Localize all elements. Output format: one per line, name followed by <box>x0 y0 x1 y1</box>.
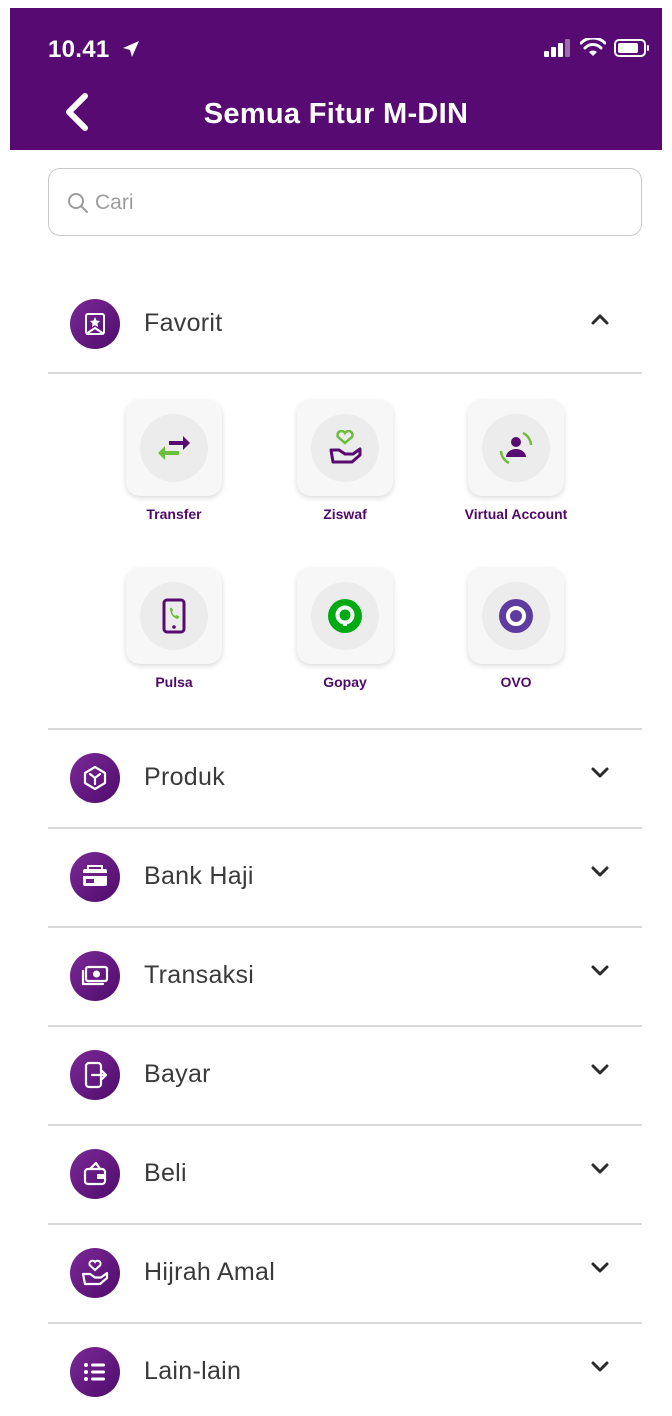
lain-lain-icon <box>70 1346 120 1397</box>
section-favorit[interactable]: Favorit <box>48 274 642 373</box>
section-produk[interactable]: Produk <box>48 728 642 827</box>
chevron-down-icon[interactable] <box>590 865 610 879</box>
battery-icon <box>614 39 649 57</box>
ziswaf-icon <box>329 430 362 464</box>
fav-item-ovo[interactable] <box>468 568 564 664</box>
chevron-down-icon[interactable] <box>590 1360 610 1374</box>
signal-icon <box>544 39 570 57</box>
pulsa-icon <box>162 598 186 634</box>
bank-haji-icon <box>70 851 120 902</box>
chevron-down-icon[interactable] <box>590 964 610 978</box>
section-label-favorit: Favorit <box>144 309 223 337</box>
fav-label-transfer: Transfer <box>146 506 202 522</box>
fav-label-ovo: OVO <box>500 674 532 690</box>
section-transaksi[interactable]: Transaksi <box>48 926 642 1025</box>
fav-item-virtual-account[interactable] <box>468 400 564 496</box>
favorit-icon <box>70 298 120 349</box>
transaksi-icon <box>70 950 120 1001</box>
search-input[interactable] <box>95 183 615 223</box>
chevron-down-icon[interactable] <box>590 1261 610 1275</box>
chevron-down-icon[interactable] <box>590 766 610 780</box>
fav-item-transfer[interactable] <box>126 400 222 496</box>
section-label-bank-haji: Bank Haji <box>144 862 254 890</box>
section-hijrah-amal[interactable]: Hijrah Amal <box>48 1223 642 1322</box>
status-bar: 10.41 <box>10 8 662 70</box>
section-beli[interactable]: Beli <box>48 1124 642 1223</box>
chevron-down-icon[interactable] <box>590 1162 610 1176</box>
fav-label-ziswaf: Ziswaf <box>323 506 367 522</box>
ovo-icon <box>499 599 533 633</box>
wifi-icon <box>580 38 606 56</box>
status-time-text: 10.41 <box>48 36 110 63</box>
status-time: 10.41 <box>48 36 141 64</box>
produk-icon <box>70 752 120 803</box>
fav-label-gopay: Gopay <box>323 674 367 690</box>
gopay-icon <box>328 599 362 633</box>
chevron-up-icon[interactable] <box>590 312 610 326</box>
fav-item-pulsa[interactable] <box>126 568 222 664</box>
chevron-down-icon[interactable] <box>590 1063 610 1077</box>
page-title: Semua Fitur M-DIN <box>203 98 469 130</box>
section-lain-lain[interactable]: Lain-lain <box>48 1322 642 1416</box>
section-bayar[interactable]: Bayar <box>48 1025 642 1124</box>
beli-icon <box>70 1148 120 1199</box>
fav-item-gopay[interactable] <box>297 568 393 664</box>
fav-label-pulsa: Pulsa <box>155 674 193 690</box>
bayar-icon <box>70 1049 120 1100</box>
section-label-bayar: Bayar <box>144 1060 211 1088</box>
virtual-account-icon <box>499 431 533 465</box>
section-label-hijrah-amal: Hijrah Amal <box>144 1258 276 1286</box>
section-label-produk: Produk <box>144 763 226 791</box>
status-icons <box>544 38 650 58</box>
search-icon <box>68 193 88 213</box>
section-label-beli: Beli <box>144 1159 187 1187</box>
search-box[interactable] <box>48 168 642 236</box>
fav-item-ziswaf[interactable] <box>297 400 393 496</box>
location-arrow-icon <box>122 41 139 57</box>
nav-bar: Semua Fitur M-DIN <box>10 70 662 150</box>
section-bank-haji[interactable]: Bank Haji <box>48 827 642 926</box>
section-label-transaksi: Transaksi <box>144 961 255 989</box>
fav-label-virtual-account: Virtual Account <box>464 506 568 522</box>
section-label-lain-lain: Lain-lain <box>144 1357 242 1385</box>
hijrah-amal-icon <box>70 1247 120 1298</box>
transfer-icon <box>158 436 190 460</box>
divider <box>48 372 642 374</box>
